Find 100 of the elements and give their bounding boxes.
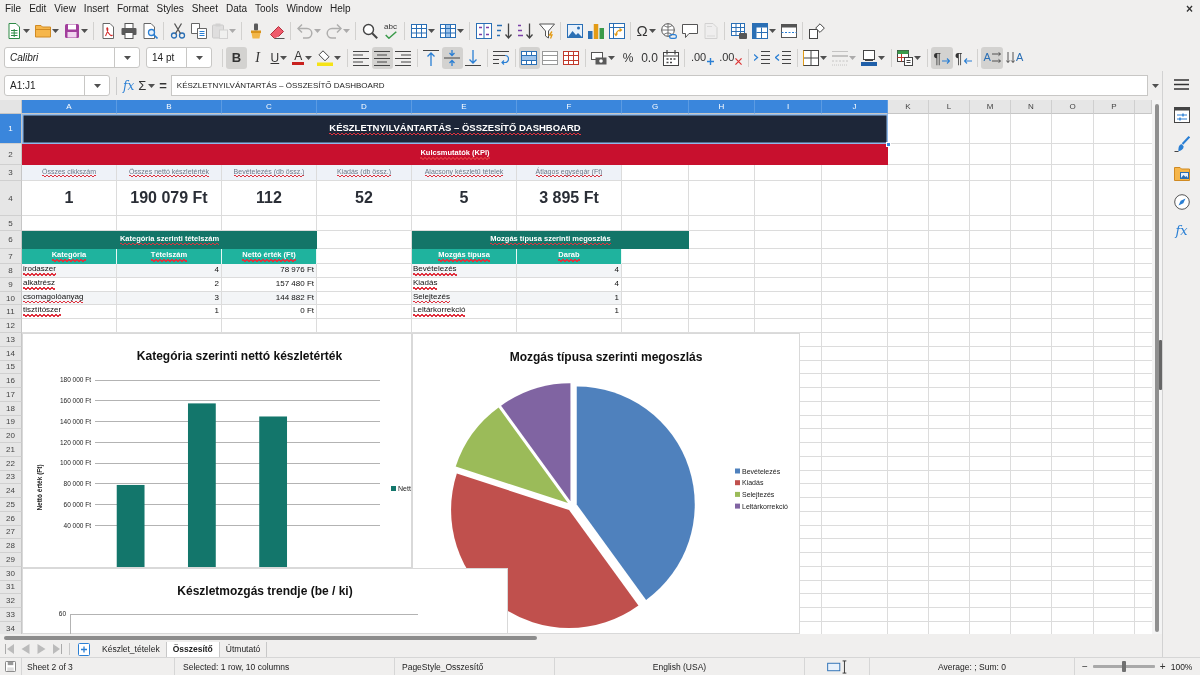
underline-button[interactable]: U (268, 46, 290, 69)
row-header[interactable]: 6 (0, 231, 22, 249)
row-header[interactable]: 8 (0, 264, 22, 278)
page-style-label[interactable]: PageStyle_Osszesítő (402, 661, 484, 672)
fill-handle-icon[interactable] (886, 142, 891, 147)
column-header[interactable]: P (1094, 100, 1135, 114)
font-size-field[interactable]: 14 pt (146, 47, 212, 68)
menu-item[interactable]: Help (330, 1, 351, 16)
selection-mode-icon[interactable] (827, 659, 847, 674)
column-header[interactable]: N (1011, 100, 1052, 114)
row-header[interactable]: 5 (0, 216, 22, 231)
row-header[interactable]: 10 (0, 292, 22, 305)
add-sheet-icon[interactable] (78, 642, 90, 656)
row-header[interactable]: 12 (0, 319, 22, 333)
row-header[interactable]: 7 (0, 249, 22, 264)
row-header[interactable]: 25 (0, 498, 22, 512)
row-header[interactable]: 4 (0, 181, 22, 216)
row-header[interactable]: 29 (0, 553, 22, 567)
row-header[interactable]: 28 (0, 539, 22, 553)
formula-input[interactable]: KÉSZLETNYILVÁNTARTÁS – ÖSSZESÍTŐ DASHBOARD (170, 75, 1148, 96)
column-header[interactable]: D (317, 100, 412, 114)
menu-item[interactable]: Insert (83, 1, 109, 16)
column-header[interactable]: G (622, 100, 689, 114)
add-decimal-button[interactable]: .00 (688, 46, 717, 69)
sheet-tab[interactable]: Útmutató (219, 641, 268, 657)
name-box[interactable]: A1:J1 (4, 75, 110, 96)
close-document-button[interactable]: × (1183, 1, 1196, 16)
column-header[interactable]: I (755, 100, 822, 114)
row-header[interactable]: 24 (0, 484, 22, 498)
menu-item[interactable]: Format (116, 1, 149, 16)
number-format-button[interactable]: 0.0 (638, 46, 661, 69)
row-header[interactable]: 11 (0, 305, 22, 319)
menu-icon[interactable] (1174, 78, 1189, 90)
column-header[interactable]: J (822, 100, 888, 114)
italic-button[interactable]: I (247, 46, 268, 69)
row-header[interactable]: 2 (0, 144, 22, 165)
spelling-button[interactable]: abc (380, 19, 401, 42)
column-header[interactable]: H (689, 100, 755, 114)
scrollbar-thumb[interactable] (4, 635, 537, 640)
row-header[interactable]: 33 (0, 608, 22, 622)
row-header[interactable]: 20 (0, 429, 22, 443)
column-header[interactable]: F (517, 100, 622, 114)
zoom-percent-label[interactable]: 100% (1170, 661, 1193, 672)
menu-item[interactable]: Window (286, 1, 322, 16)
column-header[interactable]: E (412, 100, 517, 114)
menu-item[interactable]: Data (225, 1, 248, 16)
menu-item[interactable]: Sheet (191, 1, 218, 16)
text-direction-button[interactable]: A (981, 46, 1004, 69)
function-wizard-button[interactable]: fx (121, 75, 137, 96)
menu-item[interactable]: Edit (29, 1, 47, 16)
zoom-slider-thumb[interactable] (1121, 661, 1126, 672)
menu-item[interactable]: Styles (156, 1, 184, 16)
delete-decimal-button[interactable]: .00 (716, 46, 745, 69)
merge-center-button[interactable] (518, 46, 540, 69)
column-header[interactable]: O (1052, 100, 1094, 114)
functions-tab[interactable]: fx (1175, 222, 1188, 239)
font-name-field[interactable]: Calibri (4, 47, 140, 68)
menu-item[interactable]: Tools (255, 1, 279, 16)
zoom-out-button[interactable]: − (1081, 660, 1089, 673)
zoom-in-button[interactable]: + (1158, 660, 1167, 673)
caret-icon (334, 55, 342, 60)
row-header[interactable]: 32 (0, 594, 22, 608)
compass-icon[interactable] (1173, 193, 1190, 210)
language-label[interactable]: English (USA) (652, 661, 707, 672)
align-center-button[interactable] (371, 46, 393, 69)
menu-item[interactable]: View (54, 1, 76, 16)
row-header[interactable]: 21 (0, 443, 22, 457)
window-sliders-icon[interactable] (1173, 106, 1190, 123)
menu-item[interactable]: File (5, 1, 22, 16)
sheet-position-label[interactable]: Sheet 2 of 3 (27, 661, 73, 672)
row-header[interactable]: 9 (0, 278, 22, 292)
sheet-tab[interactable]: Készlet_tételek (96, 641, 167, 657)
row-header[interactable]: 3 (0, 165, 22, 181)
font-color-button[interactable]: A (289, 46, 315, 69)
column-header[interactable]: K (888, 100, 929, 114)
column-header[interactable]: A (22, 100, 117, 114)
brush-icon[interactable] (1173, 135, 1190, 152)
row-header[interactable]: 17 (0, 388, 22, 402)
skip-to-start-icon[interactable] (5, 644, 14, 654)
right-to-left-button[interactable]: ¶ (952, 46, 975, 69)
percent-button[interactable]: % (617, 46, 639, 69)
scrollbar-thumb[interactable] (1155, 104, 1159, 632)
special-character-button[interactable]: Ω (634, 19, 659, 42)
row-header[interactable]: 13 (0, 333, 22, 347)
formula-button[interactable]: = (157, 75, 169, 96)
bold-button[interactable]: B (226, 46, 247, 69)
sum-button[interactable]: Σ (136, 75, 158, 96)
document-icon (99, 22, 116, 39)
summary-label[interactable]: Average: ; Sum: 0 (938, 661, 1006, 672)
column-header[interactable]: M (970, 100, 1011, 114)
sidebar-handle-icon[interactable] (1159, 340, 1162, 390)
row-header[interactable]: 16 (0, 374, 22, 388)
column-header[interactable]: L (929, 100, 970, 114)
picture-folder-icon[interactable] (1173, 164, 1190, 181)
row-header[interactable]: 1 (0, 114, 22, 144)
sheet-tab[interactable]: Összesítő (166, 641, 220, 657)
vertical-text-button[interactable]: A (1003, 46, 1026, 69)
column-header[interactable]: B (117, 100, 222, 114)
left-to-right-button[interactable]: ¶ (930, 46, 953, 69)
column-header[interactable]: C (222, 100, 317, 114)
